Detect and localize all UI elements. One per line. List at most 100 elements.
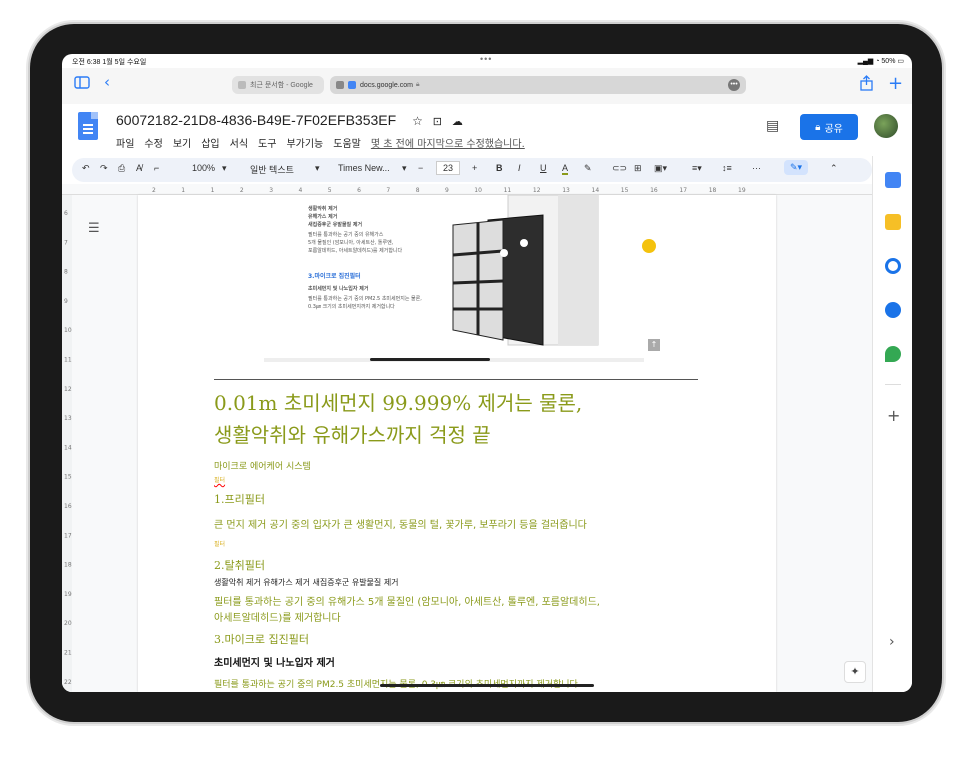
ruler-tick-label: 20: [64, 620, 72, 627]
increase-font-button[interactable]: +: [472, 163, 477, 173]
document-title[interactable]: 60072182-21D8-4836-B49E-7F02EFB353EF ☆ ⊡…: [116, 112, 463, 128]
embedded-image: 생활악취 제거 유해가스 제거 새집증후군 유발물질 제거 필터를 통과하는 공…: [210, 195, 660, 363]
ruler-ticks: 2 1 1 2 3 4 5 6 7 8 9 10 11 12 13 14 15 16 17 18 19: [152, 187, 746, 194]
ruler-tick-label: 14: [592, 187, 600, 194]
collapse-menu-icon[interactable]: ⌃: [830, 163, 838, 174]
embed-text: 0.3㎛ 크기의 초미세먼지까지 제거합니다: [308, 304, 395, 310]
bold-button[interactable]: B: [496, 163, 503, 173]
star-icon[interactable]: ☆: [412, 114, 423, 128]
link-icon[interactable]: ⊂⊃: [612, 163, 627, 174]
battery-icon: ▭: [897, 58, 904, 65]
more-tools-button[interactable]: ···: [752, 163, 761, 173]
browser-toolbar: ‹ 최근 문서함 - Google docs.google.com 🔒︎ •••…: [62, 68, 912, 104]
close-tab-icon[interactable]: [336, 81, 344, 89]
ruler-tick-label: 5: [328, 187, 332, 194]
ruler-tick-label: 12: [64, 386, 72, 393]
zoom-select[interactable]: 100%: [192, 163, 215, 173]
last-edit-link[interactable]: 몇 초 전에 마지막으로 수정했습니다.: [371, 135, 525, 150]
explore-icon[interactable]: ✦: [844, 661, 866, 683]
address-bar[interactable]: docs.google.com 🔒︎ •••: [330, 76, 746, 94]
docs-logo-icon[interactable]: [78, 112, 98, 140]
deo-filter-subtitle: 생활악취 제거 유해가스 제거 새집증후군 유발물질 제거: [214, 578, 399, 587]
outline-icon[interactable]: ☰: [88, 221, 100, 236]
add-addon-icon[interactable]: +: [887, 406, 900, 425]
ruler-tick-label: 16: [650, 187, 658, 194]
maps-icon[interactable]: [885, 346, 901, 362]
multitask-dots[interactable]: •••: [480, 54, 492, 64]
comment-history-icon[interactable]: ▤: [766, 118, 779, 134]
ruler-tick-label: 12: [533, 187, 541, 194]
ruler-tick-label: 2: [240, 187, 244, 194]
contacts-icon[interactable]: [885, 302, 901, 318]
pre-filter-desc: 큰 먼지 제거 공기 중의 입자가 큰 생활먼지, 동물의 털, 꽃가루, 보푸…: [214, 520, 587, 531]
embed-text: 3.마이크로 집진필터: [308, 273, 361, 280]
menu-edit[interactable]: 수정: [144, 135, 162, 150]
add-comment-icon[interactable]: ⊞: [634, 163, 642, 174]
underline-button[interactable]: U: [540, 163, 547, 173]
status-time-date: 오전 6:38 1월 5일 수요일: [72, 59, 147, 66]
ruler-tick-label: 13: [562, 187, 570, 194]
redo-icon[interactable]: ↷: [100, 163, 108, 174]
share-button[interactable]: 🔒︎ 공유: [800, 114, 858, 140]
cloud-status-icon[interactable]: ☁: [452, 116, 463, 128]
ruler-tick-label: 15: [621, 187, 629, 194]
sidebar-icon[interactable]: [74, 75, 90, 93]
vertical-ruler[interactable]: 6 7 8 9 10 11 12 13 14 15 16 17 18 19 20 21 22: [62, 195, 72, 692]
format-toolbar: ↶ ↷ ⎙ A̸ ⌐ 100% ▾ 일반 텍스트 ▾ Times New... …: [72, 158, 872, 182]
menu-format[interactable]: 서식: [230, 135, 248, 150]
image-scroll-thumb[interactable]: [370, 358, 490, 361]
horizontal-ruler[interactable]: 2 1 1 2 3 4 5 6 7 8 9 10 11 12 13 14 15 16 17 18 19: [62, 184, 872, 195]
ruler-tick-label: 7: [64, 239, 68, 246]
highlight-icon[interactable]: ✎: [584, 163, 592, 174]
italic-button[interactable]: I: [518, 163, 521, 173]
embed-text: 새집증후군 유발물질 제거: [308, 222, 363, 228]
chat-bubble-icon[interactable]: [642, 239, 656, 253]
insert-image-icon[interactable]: ▣▾: [654, 163, 667, 174]
ruler-tick-label: 9: [64, 298, 68, 305]
editing-mode-icon[interactable]: ✎▾: [784, 160, 809, 175]
text-color-button[interactable]: A: [562, 163, 569, 175]
deo-filter-desc-1: 필터를 통과하는 공기 중의 유해가스 5개 물질인 (암모니아, 아세트산, …: [214, 597, 600, 608]
ruler-tick-label: 18: [64, 562, 72, 569]
calendar-icon[interactable]: [885, 172, 901, 188]
document-page[interactable]: 생활악취 제거 유해가스 제거 새집증후군 유발물질 제거 필터를 통과하는 공…: [138, 195, 776, 692]
menu-view[interactable]: 보기: [173, 135, 191, 150]
keep-icon[interactable]: [885, 214, 901, 230]
chevron-down-icon: ▾: [315, 163, 320, 173]
menu-insert[interactable]: 삽입: [201, 135, 219, 150]
back-icon[interactable]: ‹: [104, 73, 110, 91]
deo-filter-heading: 2.탈취필터: [214, 559, 265, 572]
style-select[interactable]: 일반 텍스트: [250, 163, 294, 176]
move-folder-icon[interactable]: ⊡: [433, 116, 442, 128]
small-text: 필터: [214, 541, 226, 548]
menu-file[interactable]: 파일: [116, 135, 134, 150]
micro-filter-heading: 3.마이크로 집진필터: [214, 633, 309, 646]
home-indicator: [380, 684, 594, 687]
align-icon[interactable]: ≡▾: [692, 163, 702, 174]
ruler-tick-label: 9: [445, 187, 449, 194]
signal-icon: ▂▄▆ ◔: [857, 58, 882, 65]
menu-addons[interactable]: 부가기능: [286, 135, 323, 150]
ruler-tick-label: 2: [152, 187, 156, 194]
avatar[interactable]: [874, 114, 898, 138]
line-spacing-icon[interactable]: ↕≡: [722, 163, 732, 173]
tab-recent-docs[interactable]: 최근 문서함 - Google: [232, 76, 324, 94]
share-icon[interactable]: [860, 75, 873, 95]
font-size-input[interactable]: 23: [436, 161, 461, 175]
heading-line-2: 생활악취와 유해가스까지 걱정 끝: [214, 423, 491, 447]
menu-help[interactable]: 도움말: [333, 135, 361, 150]
font-select[interactable]: Times New...: [338, 163, 390, 173]
undo-icon[interactable]: ↶: [82, 163, 90, 174]
decrease-font-button[interactable]: −: [418, 163, 423, 173]
scroll-up-icon[interactable]: ↑: [648, 339, 660, 351]
more-options-icon[interactable]: •••: [728, 79, 740, 91]
print-icon[interactable]: ⎙: [118, 163, 125, 174]
spellcheck-icon[interactable]: A̸: [136, 163, 142, 173]
new-tab-icon[interactable]: +: [888, 73, 903, 94]
tasks-icon[interactable]: [885, 258, 901, 274]
battery-percent: ▂▄▆ ◔ 50% ▭: [857, 58, 904, 65]
menu-tools[interactable]: 도구: [258, 135, 276, 150]
expand-panel-icon[interactable]: ›: [889, 634, 895, 650]
ruler-tick-label: 21: [64, 650, 72, 657]
paint-format-icon[interactable]: ⌐: [154, 163, 159, 173]
